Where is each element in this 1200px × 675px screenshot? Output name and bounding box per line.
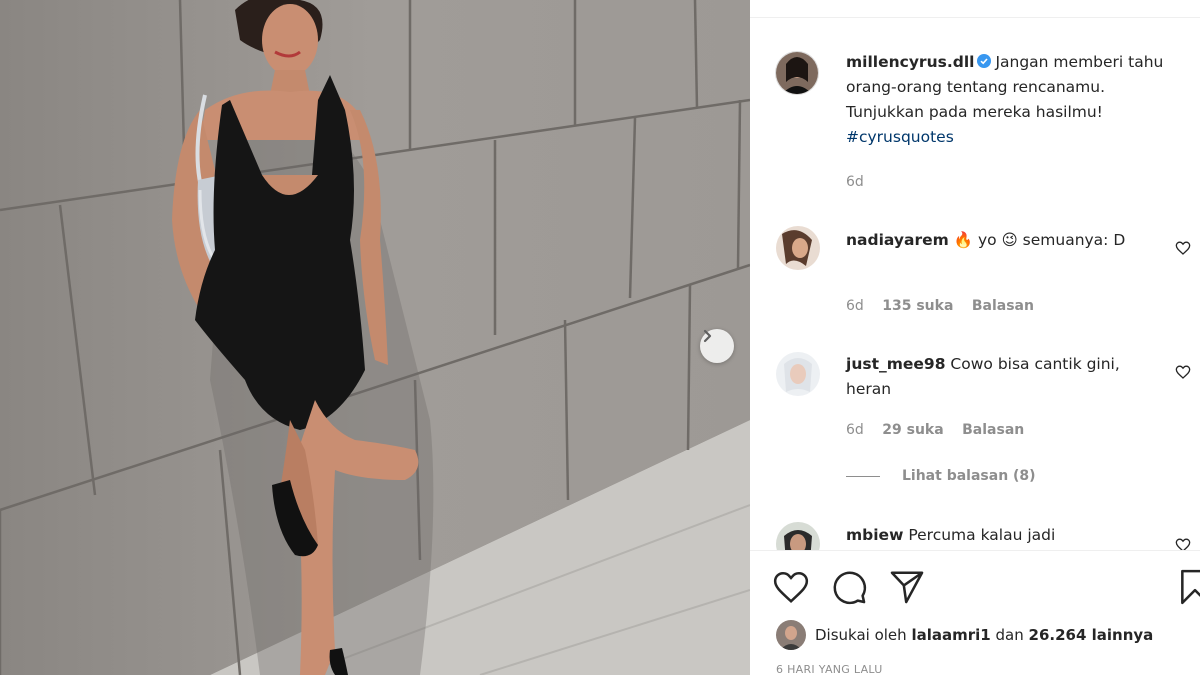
commenter-avatar-image — [776, 522, 820, 550]
comments-panel: millencyrus.dll Jangan memberi tahu orang… — [750, 0, 1200, 675]
like-heart-icon[interactable] — [772, 568, 810, 606]
commenter-avatar-image — [776, 352, 820, 396]
caption-meta: 6d — [846, 174, 878, 190]
panel-top-border — [750, 0, 1200, 18]
commenter-avatar[interactable] — [776, 522, 820, 550]
comment-clip: mbiew Percuma kalau jadi — [750, 515, 1200, 550]
fire-emoji-icon: 🔥 — [953, 231, 974, 249]
chevron-right-icon — [703, 329, 712, 343]
comment-item: mbiew Percuma kalau jadi — [846, 523, 1146, 548]
comment-meta: 6d 29 suka Balasan — [846, 422, 1038, 438]
reply-button[interactable]: Balasan — [972, 298, 1034, 314]
wink-emoji-icon: 😉 — [1001, 231, 1018, 249]
author-username[interactable]: millencyrus.dll — [846, 53, 974, 71]
verified-badge-icon — [977, 54, 992, 68]
heart-icon[interactable] — [1175, 364, 1191, 380]
reply-button[interactable]: Balasan — [962, 422, 1024, 438]
comment-username[interactable]: just_mee98 — [846, 355, 945, 373]
comment-meta: 6d 135 suka Balasan — [846, 298, 1048, 314]
comment-item: just_mee98 Cowo bisa cantik gini, heran — [846, 352, 1146, 402]
comment-age: 6d — [846, 298, 864, 314]
likes-summary: Disukai oleh lalaamri1 dan 26.264 lainny… — [776, 620, 1153, 650]
commenter-avatar[interactable] — [776, 226, 820, 270]
author-avatar-image — [776, 52, 818, 94]
comment-username[interactable]: nadiayarem — [846, 231, 949, 249]
commenter-avatar[interactable] — [776, 352, 820, 396]
view-replies-label: Lihat balasan (8) — [902, 468, 1036, 484]
replies-dash — [846, 475, 880, 477]
commenter-avatar-image — [776, 226, 820, 270]
likes-middle: dan — [995, 626, 1024, 644]
post-caption: millencyrus.dll Jangan memberi tahu orang… — [846, 50, 1176, 150]
comment-username[interactable]: mbiew — [846, 526, 903, 544]
liker-avatar-image — [776, 620, 806, 650]
heart-icon[interactable] — [1175, 537, 1191, 550]
comment-text: Percuma kalau jadi — [908, 526, 1056, 544]
comment-text-continued: semuanya: D — [1022, 231, 1126, 249]
share-icon[interactable] — [888, 568, 926, 606]
caption-age: 6d — [846, 174, 864, 190]
next-photo-button[interactable] — [700, 329, 734, 363]
photo-illustration — [0, 0, 750, 675]
likes-count[interactable]: 26.264 lainnya — [1029, 626, 1154, 644]
post-time-ago: 6 HARI YANG LALU — [776, 663, 883, 675]
liker-username[interactable]: lalaamri1 — [911, 626, 990, 644]
author-avatar[interactable] — [776, 52, 818, 94]
comment-item: nadiayarem 🔥 yo 😉 semuanya: D — [846, 228, 1146, 253]
post-photo[interactable] — [0, 0, 750, 675]
view-replies-button[interactable]: Lihat balasan (8) — [846, 468, 1036, 484]
caption-hashtag[interactable]: #cyrusquotes — [846, 128, 954, 146]
heart-icon[interactable] — [1175, 240, 1191, 256]
comment-icon[interactable] — [830, 568, 868, 606]
liker-avatar[interactable] — [776, 620, 806, 650]
comment-likes[interactable]: 29 suka — [882, 422, 943, 438]
actions-divider — [750, 550, 1200, 551]
comment-text: yo — [977, 231, 997, 249]
bookmark-icon[interactable] — [1176, 568, 1200, 606]
likes-prefix: Disukai oleh — [815, 626, 907, 644]
comment-age: 6d — [846, 422, 864, 438]
comment-likes[interactable]: 135 suka — [882, 298, 953, 314]
action-bar — [750, 568, 1200, 608]
